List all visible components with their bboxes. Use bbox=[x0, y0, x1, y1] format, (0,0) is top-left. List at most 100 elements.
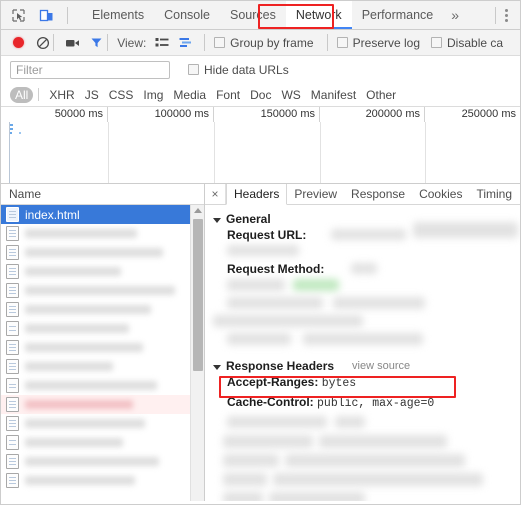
table-row[interactable] bbox=[1, 300, 204, 319]
table-row[interactable] bbox=[1, 414, 204, 433]
resource-type-filters: All XHR JS CSS Img Media Font Doc WS Man… bbox=[1, 83, 520, 107]
document-file-icon bbox=[6, 454, 19, 469]
tab-sources-label: Sources bbox=[229, 8, 276, 22]
more-tabs-button[interactable]: » bbox=[443, 1, 467, 29]
type-filter-doc[interactable]: Doc bbox=[245, 87, 276, 103]
response-headers-section-header[interactable]: Response Headers view source bbox=[213, 359, 520, 373]
headers-content: General Request URL: Request Method: Res… bbox=[205, 205, 520, 501]
type-filter-other[interactable]: Other bbox=[361, 87, 401, 103]
redacted-status-value bbox=[293, 279, 339, 291]
redacted-request-name bbox=[25, 362, 113, 371]
document-file-icon bbox=[6, 340, 19, 355]
type-filter-img[interactable]: Img bbox=[138, 87, 168, 103]
redacted-request-name bbox=[25, 343, 143, 352]
scrollbar-thumb[interactable] bbox=[193, 219, 203, 371]
redacted-request-name bbox=[25, 248, 163, 257]
type-filter-manifest[interactable]: Manifest bbox=[306, 87, 361, 103]
group-by-frame-checkbox[interactable]: Group by frame bbox=[214, 36, 324, 50]
redacted-value bbox=[227, 416, 327, 428]
devtools-tab-bar: Elements Console Sources Network Perform… bbox=[1, 1, 520, 30]
table-row[interactable] bbox=[1, 262, 204, 281]
close-icon[interactable]: × bbox=[205, 184, 226, 204]
search-input[interactable] bbox=[10, 60, 170, 79]
tab-response[interactable]: Response bbox=[344, 184, 412, 204]
kebab-menu-icon[interactable] bbox=[498, 6, 514, 25]
tab-preview[interactable]: Preview bbox=[287, 184, 344, 204]
table-row[interactable] bbox=[1, 338, 204, 357]
tab-timing[interactable]: Timing bbox=[469, 184, 519, 204]
camera-icon[interactable] bbox=[64, 33, 81, 52]
type-filter-font[interactable]: Font bbox=[211, 87, 245, 103]
tab-sources[interactable]: Sources bbox=[220, 1, 286, 29]
scroll-up-arrow-icon[interactable] bbox=[193, 208, 202, 213]
table-row[interactable] bbox=[1, 281, 204, 300]
table-row[interactable] bbox=[1, 319, 204, 338]
vertical-scrollbar[interactable] bbox=[190, 205, 204, 501]
table-row[interactable] bbox=[1, 395, 204, 414]
inspect-cursor-icon[interactable] bbox=[9, 6, 28, 25]
type-filter-ws[interactable]: WS bbox=[276, 87, 305, 103]
network-overview[interactable]: 50000 ms 100000 ms 150000 ms 200000 ms 2… bbox=[1, 107, 520, 184]
general-row-blank bbox=[213, 315, 520, 331]
table-row[interactable] bbox=[1, 224, 204, 243]
table-row[interactable] bbox=[1, 243, 204, 262]
disable-cache-checkbox[interactable]: Disable ca bbox=[431, 36, 514, 50]
waterfall-view-icon[interactable] bbox=[178, 33, 195, 52]
view-label: View: bbox=[117, 35, 147, 50]
general-row-referrer-policy bbox=[213, 333, 520, 351]
record-button[interactable] bbox=[10, 33, 27, 52]
tab-cookies[interactable]: Cookies bbox=[412, 184, 469, 204]
table-row[interactable] bbox=[1, 452, 204, 471]
header-name: Request URL: bbox=[227, 228, 307, 242]
requests-list-pane: Name index.html bbox=[1, 184, 205, 501]
hide-data-urls-checkbox[interactable]: Hide data URLs bbox=[188, 63, 300, 77]
tabbar-divider bbox=[67, 6, 68, 24]
redacted-value bbox=[303, 333, 423, 345]
header-row-accept-ranges: Accept-Ranges: bytes bbox=[213, 375, 520, 391]
type-filter-js[interactable]: JS bbox=[80, 87, 104, 103]
table-row[interactable] bbox=[1, 357, 204, 376]
tab-elements[interactable]: Elements bbox=[82, 1, 154, 29]
redacted-value bbox=[351, 263, 377, 274]
disable-cache-label: Disable ca bbox=[447, 35, 504, 50]
overview-request-bar bbox=[19, 132, 21, 134]
table-row[interactable] bbox=[1, 433, 204, 452]
redacted-value bbox=[227, 333, 291, 345]
clear-button[interactable] bbox=[34, 33, 51, 52]
ruler-tick-4: 200000 ms bbox=[320, 107, 425, 122]
view-source-link[interactable]: view source bbox=[352, 360, 410, 372]
tab-console[interactable]: Console bbox=[154, 1, 220, 29]
preserve-log-checkbox[interactable]: Preserve log bbox=[336, 36, 431, 50]
ruler-tick-5: 250000 ms bbox=[461, 108, 516, 120]
device-toolbar-icon[interactable] bbox=[37, 6, 56, 25]
redacted-request-name bbox=[25, 476, 135, 485]
type-filter-media[interactable]: Media bbox=[168, 87, 211, 103]
general-section-label: General bbox=[226, 212, 271, 226]
ruler-tick-2: 100000 ms bbox=[108, 107, 214, 122]
table-row[interactable] bbox=[1, 376, 204, 395]
filter-funnel-icon[interactable] bbox=[88, 33, 105, 52]
request-detail-pane: × Headers Preview Response Cookies Timin… bbox=[205, 184, 520, 501]
overview-graph[interactable] bbox=[1, 122, 520, 183]
disable-cache-box bbox=[431, 37, 443, 48]
table-row[interactable] bbox=[1, 471, 204, 490]
list-view-icon[interactable] bbox=[153, 33, 170, 52]
overview-request-bar bbox=[10, 128, 13, 130]
redacted-request-name bbox=[25, 267, 121, 276]
document-file-icon bbox=[6, 435, 19, 450]
type-filter-xhr[interactable]: XHR bbox=[44, 87, 79, 103]
chevron-down-icon bbox=[213, 364, 221, 370]
network-controls-toolbar: View: Group by frame Preserve log Disabl… bbox=[1, 30, 520, 56]
hide-data-urls-label: Hide data URLs bbox=[204, 62, 289, 77]
table-row[interactable]: index.html bbox=[1, 205, 204, 224]
redacted-value bbox=[319, 435, 447, 448]
request-name: index.html bbox=[25, 207, 80, 222]
tab-performance[interactable]: Performance bbox=[352, 1, 444, 29]
requests-list[interactable]: index.html bbox=[1, 205, 204, 501]
type-filter-all[interactable]: All bbox=[10, 86, 34, 103]
column-header-name[interactable]: Name bbox=[1, 184, 204, 205]
type-filter-css[interactable]: CSS bbox=[104, 87, 139, 103]
tab-headers[interactable]: Headers bbox=[226, 184, 288, 205]
chevron-down-icon bbox=[213, 217, 221, 223]
tab-network[interactable]: Network bbox=[285, 1, 352, 29]
